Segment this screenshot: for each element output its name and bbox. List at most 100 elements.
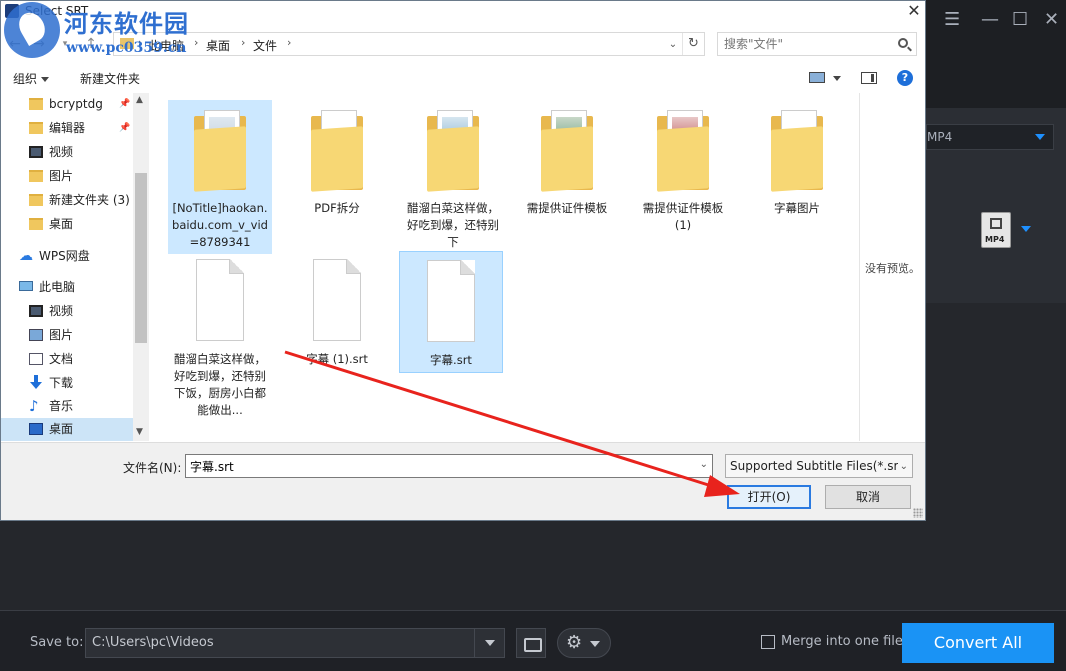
refresh-icon[interactable]: ↻ <box>682 33 704 55</box>
file-item[interactable]: 字幕 (1).srt <box>285 251 389 371</box>
scroll-thumb[interactable] <box>135 173 147 343</box>
chevron-right-icon[interactable]: › <box>287 36 291 49</box>
menu-icon[interactable]: ☰ <box>944 10 960 30</box>
film-icon <box>990 218 1002 229</box>
dialog-toolbar: 组织 新建文件夹 ? <box>1 65 925 91</box>
close-icon[interactable]: ✕ <box>903 1 925 23</box>
nav-scrollbar[interactable]: ▲ ▼ <box>133 93 149 441</box>
chevron-down-icon[interactable]: ⌄ <box>700 459 708 470</box>
nav-item[interactable]: bcryptdg 📌 <box>1 93 133 117</box>
settings-button[interactable]: ⚙ <box>557 628 611 658</box>
file-name: 需提供证件模板 (1) <box>642 201 724 232</box>
chevron-down-icon[interactable] <box>833 76 841 81</box>
format-dropdown-icon[interactable] <box>1021 226 1031 232</box>
merge-label[interactable]: Merge into one file <box>781 634 903 649</box>
help-icon[interactable]: ? <box>897 70 913 86</box>
scroll-down-icon[interactable]: ▼ <box>136 427 143 437</box>
mp4-icon-label: MP4 <box>985 235 1005 244</box>
view-mode-icon[interactable] <box>809 72 825 83</box>
close-app-icon[interactable]: ✕ <box>1044 10 1059 30</box>
file-name: PDF拆分 <box>314 201 360 215</box>
cloud-icon: ☁ <box>19 248 33 264</box>
folder-item[interactable]: [NoTitle]haokan.baidu.com_v_vid=8789341 <box>168 100 272 254</box>
document-icon <box>305 259 369 345</box>
chevron-down-icon: ⌄ <box>897 456 908 477</box>
nav-item[interactable]: 编辑器 📌 <box>1 117 133 141</box>
filetype-value: Supported Subtitle Files(*.srt <box>730 459 904 473</box>
resize-grip[interactable] <box>913 508 923 518</box>
nav-item[interactable]: 新建文件夹 (3) <box>1 189 133 213</box>
mp4-format-icon[interactable]: MP4 <box>981 212 1011 248</box>
folder-item[interactable]: 醋溜白菜这样做，好吃到爆，还特别下 <box>401 100 505 254</box>
search-box[interactable] <box>717 32 917 56</box>
save-to-label: Save to: <box>30 635 84 650</box>
computer-icon <box>19 281 33 291</box>
watermark-url: www.pc0359.cn <box>66 40 187 56</box>
nav-item[interactable]: 此电脑 <box>1 276 133 300</box>
minimize-icon[interactable]: — <box>981 10 999 30</box>
nav-item[interactable]: 下载 <box>1 372 133 396</box>
merge-checkbox[interactable] <box>761 635 775 649</box>
nav-item[interactable]: 文档 <box>1 348 133 372</box>
breadcrumb-desktop[interactable]: 桌面 <box>206 37 230 54</box>
nav-item[interactable]: ♪ 音乐 <box>1 395 133 419</box>
file-item[interactable]: 醋溜白菜这样做，好吃到爆，还特别下饭，厨房小白都能做出... <box>168 251 272 422</box>
file-name: 需提供证件模板 <box>526 201 608 215</box>
file-name: 醋溜白菜这样做，好吃到爆，还特别下 <box>407 201 499 249</box>
output-format-select[interactable]: MP4 <box>926 124 1054 150</box>
file-item[interactable]: 字幕.srt <box>399 251 503 373</box>
folder-icon <box>765 108 829 194</box>
document-icon <box>29 353 43 365</box>
organize-label: 组织 <box>13 72 38 86</box>
app-titlebar: ☰ — ☐ ✕ <box>926 0 1066 44</box>
folder-item[interactable]: 需提供证件模板 <box>515 100 619 220</box>
folder-item[interactable]: 需提供证件模板 (1) <box>631 100 735 237</box>
gear-icon: ⚙ <box>566 632 583 653</box>
nav-item[interactable]: 图片 <box>1 165 133 189</box>
chevron-down-icon <box>1035 134 1045 140</box>
filename-input[interactable] <box>190 458 690 474</box>
folder-icon <box>535 108 599 194</box>
folder-icon <box>305 108 369 194</box>
search-icon[interactable] <box>898 38 908 48</box>
nav-item[interactable]: 图片 <box>1 324 133 348</box>
folder-item[interactable]: PDF拆分 <box>285 100 389 220</box>
preview-pane-icon[interactable] <box>861 72 877 84</box>
search-input[interactable] <box>724 36 892 52</box>
breadcrumb-files[interactable]: 文件 <box>253 37 277 54</box>
preview-pane: 没有预览。 <box>859 93 925 441</box>
filename-label: 文件名(N): <box>123 461 182 475</box>
maximize-icon[interactable]: ☐ <box>1012 10 1028 30</box>
nav-item[interactable]: ☁ WPS网盘 <box>1 245 133 269</box>
convert-all-button[interactable]: Convert All <box>902 623 1054 663</box>
document-icon <box>419 260 483 346</box>
new-folder-button[interactable]: 新建文件夹 <box>80 70 140 87</box>
chevron-down-icon[interactable] <box>474 629 504 657</box>
folder-icon <box>188 108 252 194</box>
app-header-panel <box>926 44 1066 108</box>
chevron-right-icon[interactable]: › <box>241 36 245 49</box>
organize-menu[interactable]: 组织 <box>13 70 50 87</box>
folder-item[interactable]: 字幕图片 <box>745 100 849 220</box>
scroll-up-icon[interactable]: ▲ <box>136 95 143 105</box>
nav-item-label: 此电脑 <box>39 280 76 294</box>
nav-item-label: 新建文件夹 (3) <box>49 193 130 207</box>
save-path-select[interactable]: C:\Users\pc\Videos <box>85 628 505 658</box>
chevron-down-icon[interactable]: ⌄ <box>664 36 682 54</box>
nav-item[interactable]: 视频 <box>1 300 133 324</box>
video-icon <box>29 305 43 317</box>
save-path-value: C:\Users\pc\Videos <box>92 635 214 650</box>
nav-item[interactable]: 桌面 <box>1 418 133 441</box>
open-folder-button[interactable] <box>516 628 546 658</box>
nav-item[interactable]: 桌面 <box>1 213 133 237</box>
open-button[interactable]: 打开(O) <box>727 485 811 509</box>
folder-icon <box>421 108 485 194</box>
filetype-select[interactable]: Supported Subtitle Files(*.srt ⌄ <box>725 454 913 478</box>
folder-icon <box>29 98 43 110</box>
folder-icon <box>29 122 43 134</box>
folder-icon <box>651 108 715 194</box>
nav-item-label: 桌面 <box>49 422 74 436</box>
filename-combobox[interactable]: ⌄ <box>185 454 713 478</box>
nav-item[interactable]: 视频 <box>1 141 133 165</box>
cancel-button[interactable]: 取消 <box>825 485 911 509</box>
